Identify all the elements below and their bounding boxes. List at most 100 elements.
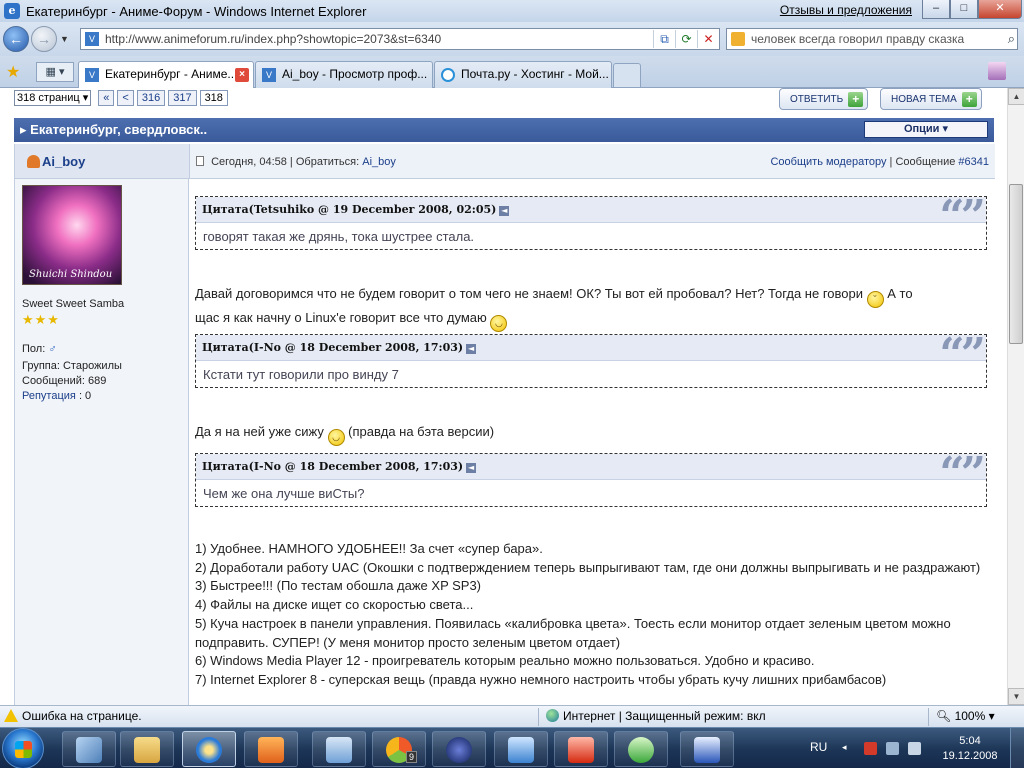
topic-title: Екатеринбург, свердловск.. [30, 122, 208, 137]
zoom-level[interactable]: 🔍︎ 100% ▾ [936, 709, 995, 723]
tab-bar: ★ ▦ ▾ V Екатеринбург - Аниме... × V Ai_b… [0, 56, 1024, 88]
pagination: 318 страниц ▾ « < 316 317 318 [14, 90, 228, 106]
taskbar-globe-app[interactable] [432, 731, 486, 767]
maximize-button[interactable]: □ [950, 0, 978, 19]
forward-button[interactable]: → [31, 26, 57, 52]
search-box[interactable]: человек всегда говорил правду сказка ⌕ [726, 28, 1018, 50]
green-app-icon [628, 737, 654, 763]
taskbar-explorer-window[interactable] [62, 731, 116, 767]
post-document-icon [196, 156, 204, 166]
tab-label: Ai_boy - Просмотр проф... [282, 67, 428, 81]
tab-close-icon[interactable]: × [235, 68, 249, 82]
user-info-panel: Shuichi Shindou Sweet Sweet Samba ★★★ По… [15, 179, 189, 705]
tab-label: Почта.ру - Хостинг - Мой... [461, 67, 609, 81]
prev-page-button[interactable]: < [117, 90, 134, 106]
address-label: Обратиться: [295, 156, 360, 168]
new-topic-button[interactable]: НОВАЯ ТЕМА + [880, 88, 982, 110]
scrollbar-thumb[interactable] [1009, 184, 1023, 344]
quote-back-icon[interactable]: ◄ [499, 206, 510, 216]
network-icon[interactable] [864, 742, 877, 755]
reputation-link[interactable]: Репутация [22, 390, 76, 402]
feedback-link[interactable]: Отзывы и предложения [780, 3, 912, 17]
page-menu-icon[interactable] [988, 62, 1006, 80]
language-indicator[interactable]: RU [810, 740, 827, 754]
status-bar: Ошибка на странице. Интернет | Защищенны… [0, 705, 1024, 727]
address-url[interactable]: http://www.animeforum.ru/index.php?showt… [105, 32, 441, 46]
globe-app-icon [446, 737, 472, 763]
taskbar-mail[interactable] [494, 731, 548, 767]
quick-tabs-button[interactable]: ▦ ▾ [36, 62, 74, 82]
show-hidden-icons-icon[interactable]: ◂ [842, 742, 855, 755]
stop-icon[interactable]: ✕ [697, 30, 719, 48]
new-tab-button[interactable] [613, 63, 641, 87]
page-button[interactable]: 316 [136, 90, 166, 106]
search-input[interactable]: человек всегда говорил правду сказка [751, 32, 964, 46]
reply-button[interactable]: ОТВЕТИТЬ + [779, 88, 869, 110]
search-icon[interactable]: ⌕ [1008, 31, 1015, 47]
plus-icon: + [848, 92, 864, 107]
message-number-link[interactable]: #6341 [958, 156, 989, 168]
vertical-scrollbar[interactable]: ▲ ▼ [1007, 88, 1024, 705]
author-name[interactable]: Ai_boy [42, 154, 85, 169]
history-dropdown-icon[interactable]: ▼ [60, 34, 69, 44]
report-moderator-link[interactable]: Сообщить модератору [770, 156, 886, 168]
quote-block: Цитата(I-No @ 18 December 2008, 17:03) ◄ “… [195, 448, 987, 507]
list-item: 1) Удобнее. НАМНОГО УДОБНЕЕ!! За счет «с… [195, 541, 543, 556]
page-error-status[interactable]: Ошибка на странице. [4, 709, 142, 723]
security-zone[interactable]: Интернет | Защищенный режим: вкл [546, 709, 766, 723]
page-viewport: 318 страниц ▾ « < 316 317 318 ОТВЕТИТЬ +… [0, 88, 1024, 705]
tab-pochta[interactable]: Почта.ру - Хостинг - Мой... [434, 61, 612, 88]
current-page: 318 [199, 90, 228, 106]
back-button[interactable]: ← [3, 26, 29, 52]
taskbar: 9 RU ◂ 5:04 19.12.2008 [0, 727, 1024, 768]
window-count-badge: 9 [405, 751, 417, 763]
address-author-link[interactable]: Ai_boy [362, 156, 396, 168]
page-button[interactable]: 317 [168, 90, 197, 106]
favorites-star-icon[interactable]: ★ [6, 62, 20, 82]
refresh-icon[interactable]: ⟳ [675, 30, 697, 48]
avatar-signature: Shuichi Shindou [29, 269, 113, 280]
windows-logo-icon [15, 741, 32, 758]
pages-select[interactable]: 318 страниц ▾ [14, 90, 92, 106]
zoom-icon: 🔍︎ [936, 709, 952, 723]
address-bar[interactable]: V http://www.animeforum.ru/index.php?sho… [80, 28, 720, 50]
quote-block: Цитата(Tetsuhiko @ 19 December 2008, 02:… [195, 191, 987, 250]
wink-smiley-icon: ˘ [866, 291, 884, 308]
system-tray: RU ◂ 5:04 19.12.2008 [800, 728, 1024, 768]
tab-ai-boy-profile[interactable]: V Ai_boy - Просмотр проф... [255, 61, 433, 88]
search-provider-icon[interactable] [731, 32, 745, 46]
scroll-up-icon[interactable]: ▲ [1008, 88, 1024, 105]
message-label: Сообщение [895, 156, 956, 168]
list-item: 2) Доработали работу UAC (Окошки с подтв… [195, 559, 981, 575]
taskbar-folder[interactable] [120, 731, 174, 767]
show-desktop-button[interactable] [1010, 728, 1024, 768]
tab-ekaterinburg[interactable]: V Екатеринбург - Аниме... × [78, 61, 254, 88]
quote-back-icon[interactable]: ◄ [466, 344, 477, 354]
first-page-button[interactable]: « [98, 90, 115, 106]
quote-text: говорят такая же дрянь, тока шустрее ста… [203, 229, 475, 244]
start-button[interactable] [2, 728, 44, 768]
window-titlebar: e Екатеринбург - Аниме-Форум - Windows I… [0, 0, 1024, 22]
taskbar-messenger[interactable]: 9 [372, 731, 426, 767]
mail-icon [508, 737, 534, 763]
taskbar-app[interactable] [312, 731, 366, 767]
flag-icon[interactable] [886, 742, 899, 755]
close-button[interactable]: ✕ [978, 0, 1022, 19]
quote-marks-icon: “” [939, 329, 986, 380]
taskbar-green-app[interactable] [614, 731, 668, 767]
topic-bullet-icon: ▸ [20, 122, 27, 137]
taskbar-internet-explorer[interactable] [182, 731, 236, 767]
post-body: Цитата(Tetsuhiko @ 19 December 2008, 02:… [195, 179, 987, 705]
volume-icon[interactable] [908, 742, 921, 755]
quote-back-icon[interactable]: ◄ [466, 463, 477, 473]
taskbar-adobe[interactable] [554, 731, 608, 767]
options-button[interactable]: Опции ▾ [864, 121, 988, 138]
scroll-down-icon[interactable]: ▼ [1008, 688, 1024, 705]
user-messages: Сообщений: 689 [22, 375, 107, 387]
taskbar-media-player[interactable] [244, 731, 298, 767]
compatibility-view-icon[interactable]: ⧉ [653, 30, 675, 48]
taskbar-word[interactable] [680, 731, 734, 767]
clock[interactable]: 5:04 19.12.2008 [942, 734, 998, 764]
minimize-button[interactable]: – [922, 0, 950, 19]
clock-date: 19.12.2008 [942, 750, 998, 762]
